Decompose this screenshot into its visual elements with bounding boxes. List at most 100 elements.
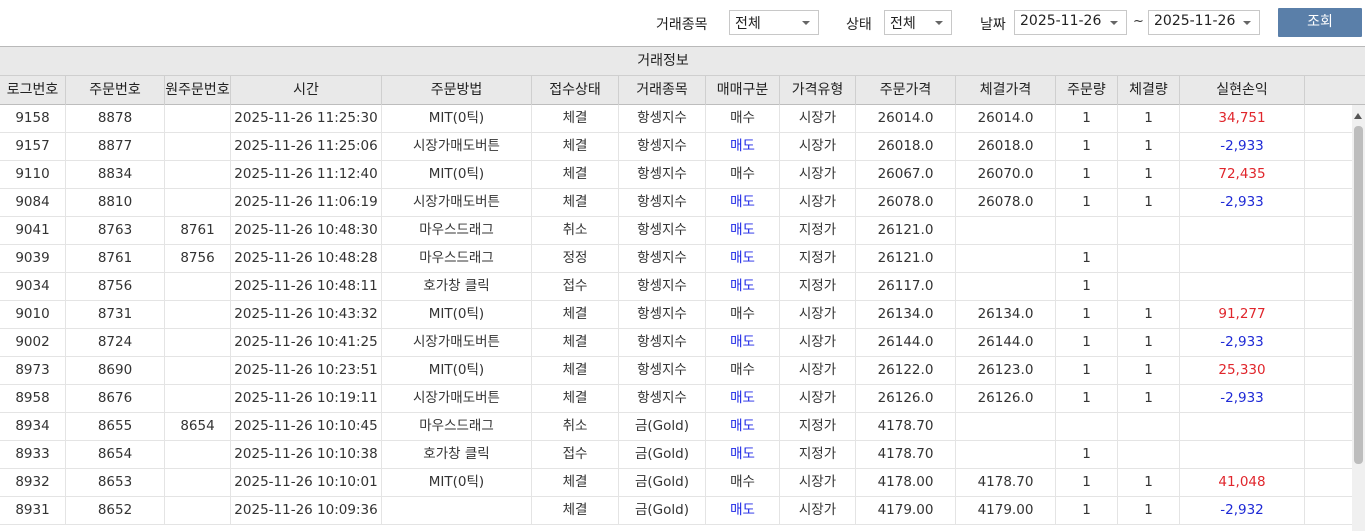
column-header-fill-price[interactable]: 체결가격 [956, 76, 1056, 105]
cell-trailing [1305, 133, 1332, 161]
cell-time: 2025-11-26 10:10:45 [231, 413, 382, 441]
trade-log-grid: 거래정보 로그번호 주문번호 원주문번호 시간 주문방법 접수상태 거래종목 매매구분 가격유형… [0, 46, 1365, 531]
cell-order-no: 8724 [66, 329, 165, 357]
cell-time: 2025-11-26 10:09:36 [231, 497, 382, 525]
cell-order-price: 26144.0 [856, 329, 956, 357]
chevron-down-icon [1243, 21, 1251, 25]
cell-time: 2025-11-26 10:23:51 [231, 357, 382, 385]
cell-time: 2025-11-26 10:48:28 [231, 245, 382, 273]
cell-order-qty: 1 [1056, 357, 1118, 385]
date-from-picker[interactable]: 2025-11-26 [1014, 10, 1127, 35]
cell-receipt-status: 체결 [532, 133, 619, 161]
table-row[interactable]: 9002 8724 2025-11-26 10:41:25 시장가매도버튼 체결 항셍지수… [0, 329, 1352, 357]
cell-trailing [1305, 441, 1332, 469]
cell-receipt-status: 체결 [532, 301, 619, 329]
table-row[interactable]: 9110 8834 2025-11-26 11:12:40 MIT(0틱) 체결 항셍지수… [0, 161, 1352, 189]
cell-fill-price: 26014.0 [956, 105, 1056, 133]
cell-fill-price [956, 273, 1056, 301]
cell-fill-price [956, 413, 1056, 441]
column-header-order-price[interactable]: 주문가격 [856, 76, 956, 105]
table-row[interactable]: 9039 8761 8756 2025-11-26 10:48:28 마우스드래그 정정 항… [0, 245, 1352, 273]
status-filter-value: 전체 [890, 16, 916, 32]
cell-realized-pnl: -2,932 [1180, 497, 1305, 525]
cell-realized-pnl: 91,277 [1180, 301, 1305, 329]
status-filter-label: 상태 [846, 17, 872, 33]
cell-trade-side: 매도 [706, 441, 780, 469]
column-header-receipt-status[interactable]: 접수상태 [532, 76, 619, 105]
cell-fill-qty: 1 [1118, 329, 1180, 357]
column-header-log-no[interactable]: 로그번호 [0, 76, 66, 105]
cell-order-price: 26067.0 [856, 161, 956, 189]
cell-orig-order-no [165, 105, 231, 133]
cell-orig-order-no: 8761 [165, 217, 231, 245]
cell-receipt-status: 취소 [532, 217, 619, 245]
table-row[interactable]: 9010 8731 2025-11-26 10:43:32 MIT(0틱) 체결 항셍지수… [0, 301, 1352, 329]
cell-order-qty: 1 [1056, 329, 1118, 357]
cell-trade-side: 매도 [706, 329, 780, 357]
cell-realized-pnl: -2,933 [1180, 133, 1305, 161]
search-button[interactable]: 조회 [1278, 8, 1362, 37]
column-header-order-qty[interactable]: 주문량 [1056, 76, 1118, 105]
column-header-order-no[interactable]: 주문번호 [66, 76, 165, 105]
column-header-realized-pnl[interactable]: 실현손익 [1180, 76, 1305, 105]
cell-receipt-status: 체결 [532, 357, 619, 385]
cell-order-no: 8877 [66, 133, 165, 161]
table-row[interactable]: 8932 8653 2025-11-26 10:10:01 MIT(0틱) 체결 금(Go… [0, 469, 1352, 497]
status-filter-select[interactable]: 전체 [884, 10, 952, 35]
date-to-picker[interactable]: 2025-11-26 [1148, 10, 1260, 35]
column-header-time[interactable]: 시간 [231, 76, 382, 105]
column-header-trade-side[interactable]: 매매구분 [706, 76, 780, 105]
scroll-thumb[interactable] [1354, 126, 1363, 464]
column-header-price-type[interactable]: 가격유형 [780, 76, 856, 105]
scroll-up-arrow-icon[interactable] [1354, 113, 1362, 119]
filter-toolbar: 거래종목 전체 상태 전체 날짜 2025-11-26 ~ 2025-11-26… [0, 0, 1365, 46]
cell-order-method: MIT(0틱) [382, 301, 532, 329]
table-row[interactable]: 9084 8810 2025-11-26 11:06:19 시장가매도버튼 체결 항셍지수… [0, 189, 1352, 217]
column-header-filler [1326, 76, 1365, 105]
cell-order-price: 4179.00 [856, 497, 956, 525]
cell-fill-price: 26070.0 [956, 161, 1056, 189]
cell-order-price: 26126.0 [856, 385, 956, 413]
column-header-symbol[interactable]: 거래종목 [619, 76, 706, 105]
cell-orig-order-no [165, 189, 231, 217]
column-header-fill-qty[interactable]: 체결량 [1118, 76, 1180, 105]
table-row[interactable]: 9034 8756 2025-11-26 10:48:11 호가창 클릭 접수 항셍지수 매… [0, 273, 1352, 301]
cell-order-qty: 1 [1056, 189, 1118, 217]
table-row[interactable]: 9157 8877 2025-11-26 11:25:06 시장가매도버튼 체결 항셍지수… [0, 133, 1352, 161]
table-row[interactable]: 8934 8655 8654 2025-11-26 10:10:45 마우스드래그 취소 금… [0, 413, 1352, 441]
cell-log-no: 9039 [0, 245, 66, 273]
column-header-orig-order-no[interactable]: 원주문번호 [165, 76, 231, 105]
cell-order-price: 26014.0 [856, 105, 956, 133]
vertical-scrollbar[interactable] [1352, 105, 1365, 531]
date-range-separator: ~ [1133, 14, 1144, 29]
cell-price-type: 시장가 [780, 329, 856, 357]
table-row[interactable]: 9158 8878 2025-11-26 11:25:30 MIT(0틱) 체결 항셍지수… [0, 105, 1352, 133]
cell-time: 2025-11-26 11:25:06 [231, 133, 382, 161]
cell-time: 2025-11-26 11:25:30 [231, 105, 382, 133]
cell-fill-price [956, 217, 1056, 245]
table-row[interactable]: 8958 8676 2025-11-26 10:19:11 시장가매도버튼 체결 항셍지수… [0, 385, 1352, 413]
table-row[interactable]: 9041 8763 8761 2025-11-26 10:48:30 마우스드래그 취소 항… [0, 217, 1352, 245]
cell-fill-price: 4178.70 [956, 469, 1056, 497]
cell-symbol: 금(Gold) [619, 497, 706, 525]
cell-fill-price: 26134.0 [956, 301, 1056, 329]
symbol-filter-select[interactable]: 전체 [729, 10, 819, 35]
cell-order-price: 26134.0 [856, 301, 956, 329]
column-header-order-method[interactable]: 주문방법 [382, 76, 532, 105]
cell-fill-qty: 1 [1118, 385, 1180, 413]
cell-fill-price: 26078.0 [956, 189, 1056, 217]
cell-symbol: 항셍지수 [619, 217, 706, 245]
cell-trailing [1305, 105, 1332, 133]
cell-log-no: 9041 [0, 217, 66, 245]
table-row[interactable]: 8933 8654 2025-11-26 10:10:38 호가창 클릭 접수 금(Gol… [0, 441, 1352, 469]
cell-price-type: 시장가 [780, 133, 856, 161]
cell-orig-order-no [165, 385, 231, 413]
cell-receipt-status: 체결 [532, 189, 619, 217]
cell-log-no: 8958 [0, 385, 66, 413]
table-row[interactable]: 8973 8690 2025-11-26 10:23:51 MIT(0틱) 체결 항셍지수… [0, 357, 1352, 385]
cell-trade-side: 매도 [706, 273, 780, 301]
cell-fill-qty: 1 [1118, 161, 1180, 189]
cell-order-no: 8731 [66, 301, 165, 329]
cell-order-price: 4178.00 [856, 469, 956, 497]
table-row[interactable]: 8931 8652 2025-11-26 10:09:36 체결 금(Gold) 매도 시장… [0, 497, 1352, 525]
